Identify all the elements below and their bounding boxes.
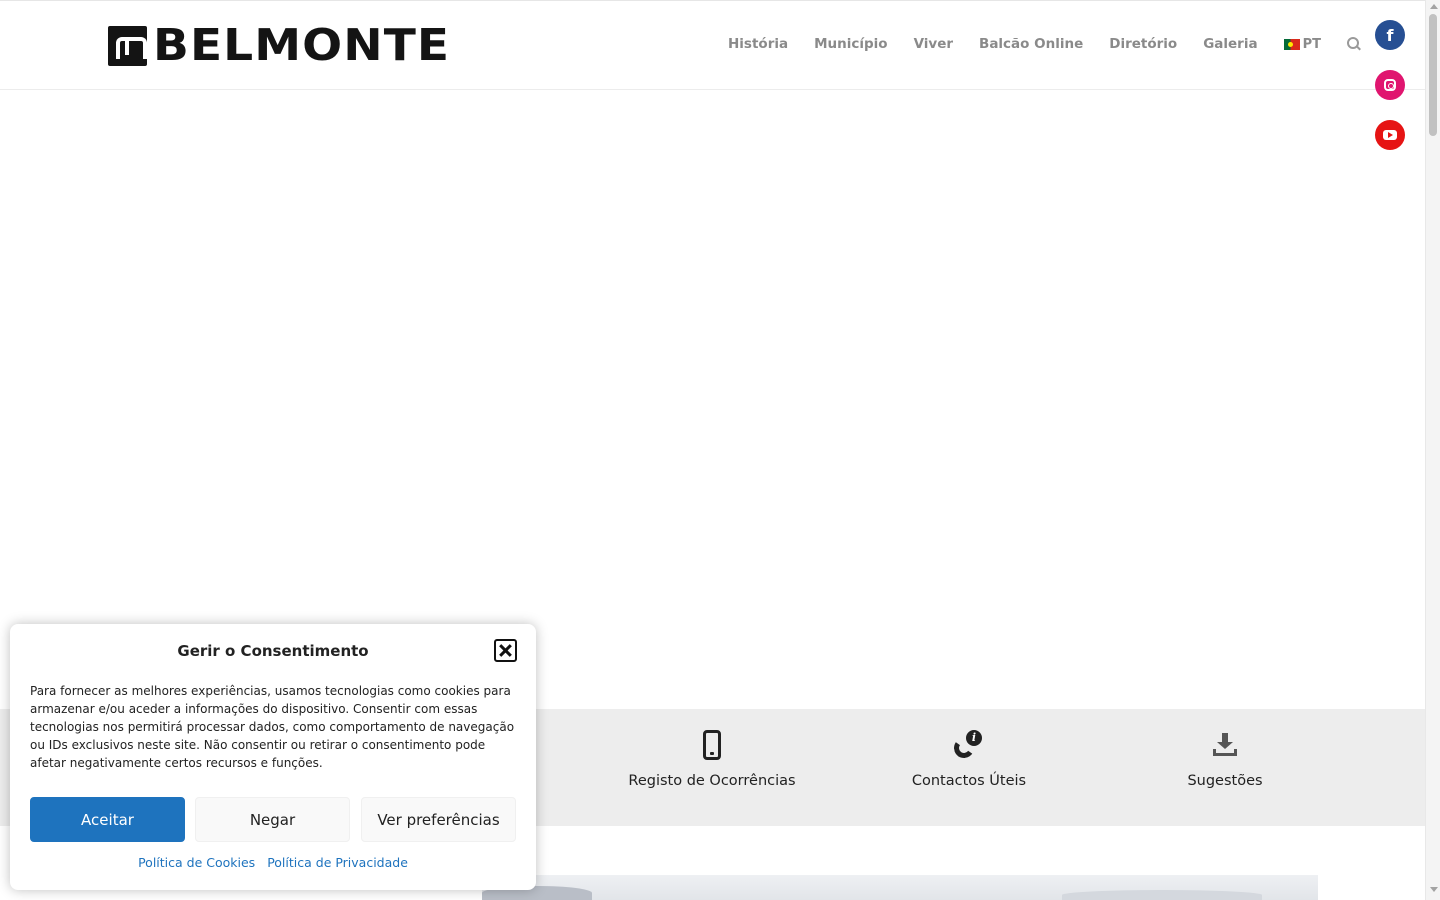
consent-title: Gerir o Consentimento — [177, 642, 369, 660]
nav-item-municipio[interactable]: Município — [814, 36, 887, 52]
nav-item-viver[interactable]: Viver — [914, 36, 953, 52]
language-switcher[interactable]: PT — [1283, 36, 1321, 52]
service-label: Sugestões — [1187, 773, 1263, 789]
page: BELMONTE História Município Viver Balcão… — [0, 0, 1440, 900]
service-contactos-uteis[interactable]: i Contactos Úteis — [849, 727, 1089, 789]
facebook-button[interactable]: f — [1375, 20, 1405, 50]
privacy-policy-link[interactable]: Política de Privacidade — [267, 855, 408, 870]
facebook-icon: f — [1386, 25, 1394, 45]
nav-item-galeria[interactable]: Galeria — [1203, 36, 1257, 52]
social-links: f — [1375, 20, 1405, 170]
download-icon — [1213, 733, 1237, 757]
search-icon[interactable] — [1346, 37, 1361, 51]
mobile-phone-icon — [703, 730, 721, 760]
youtube-icon — [1383, 130, 1397, 140]
preferences-button[interactable]: Ver preferências — [361, 797, 516, 842]
accept-button[interactable]: Aceitar — [30, 797, 185, 842]
nav-item-diretorio[interactable]: Diretório — [1109, 36, 1177, 52]
consent-links: Política de Cookies Política de Privacid… — [10, 855, 536, 870]
cookie-policy-link[interactable]: Política de Cookies — [138, 855, 255, 870]
scrollbar-thumb[interactable] — [1429, 14, 1437, 136]
instagram-button[interactable] — [1375, 70, 1405, 100]
main-nav: História Município Viver Balcão Online D… — [728, 36, 1361, 52]
scroll-down-arrow-icon[interactable] — [1430, 887, 1438, 892]
portugal-flag-icon — [1283, 38, 1300, 50]
cookie-consent-dialog: Gerir o Consentimento Para fornecer as m… — [10, 624, 536, 890]
service-label: Registo de Ocorrências — [628, 773, 796, 789]
instagram-icon — [1384, 79, 1396, 91]
service-label: Contactos Úteis — [911, 773, 1027, 789]
nav-item-historia[interactable]: História — [728, 36, 788, 52]
site-logo[interactable]: BELMONTE — [108, 24, 449, 68]
language-label: PT — [1302, 36, 1321, 52]
service-sugestoes[interactable]: Sugestões — [1105, 727, 1345, 789]
logo-mark-icon — [108, 26, 147, 66]
consent-description: Para fornecer as melhores experiências, … — [30, 684, 515, 770]
scroll-up-arrow-icon[interactable] — [1430, 4, 1438, 9]
phone-info-icon: i — [952, 730, 984, 760]
close-icon[interactable] — [494, 639, 517, 662]
logo-text: BELMONTE — [153, 20, 451, 71]
service-registo-ocorrencias[interactable]: Registo de Ocorrências — [592, 727, 832, 789]
nav-item-balcao-online[interactable]: Balcão Online — [979, 36, 1083, 52]
youtube-button[interactable] — [1375, 120, 1405, 150]
hero-image-strip — [482, 875, 1318, 900]
deny-button[interactable]: Negar — [195, 797, 350, 842]
site-header: BELMONTE História Município Viver Balcão… — [0, 0, 1425, 90]
page-scrollbar[interactable] — [1425, 0, 1440, 900]
